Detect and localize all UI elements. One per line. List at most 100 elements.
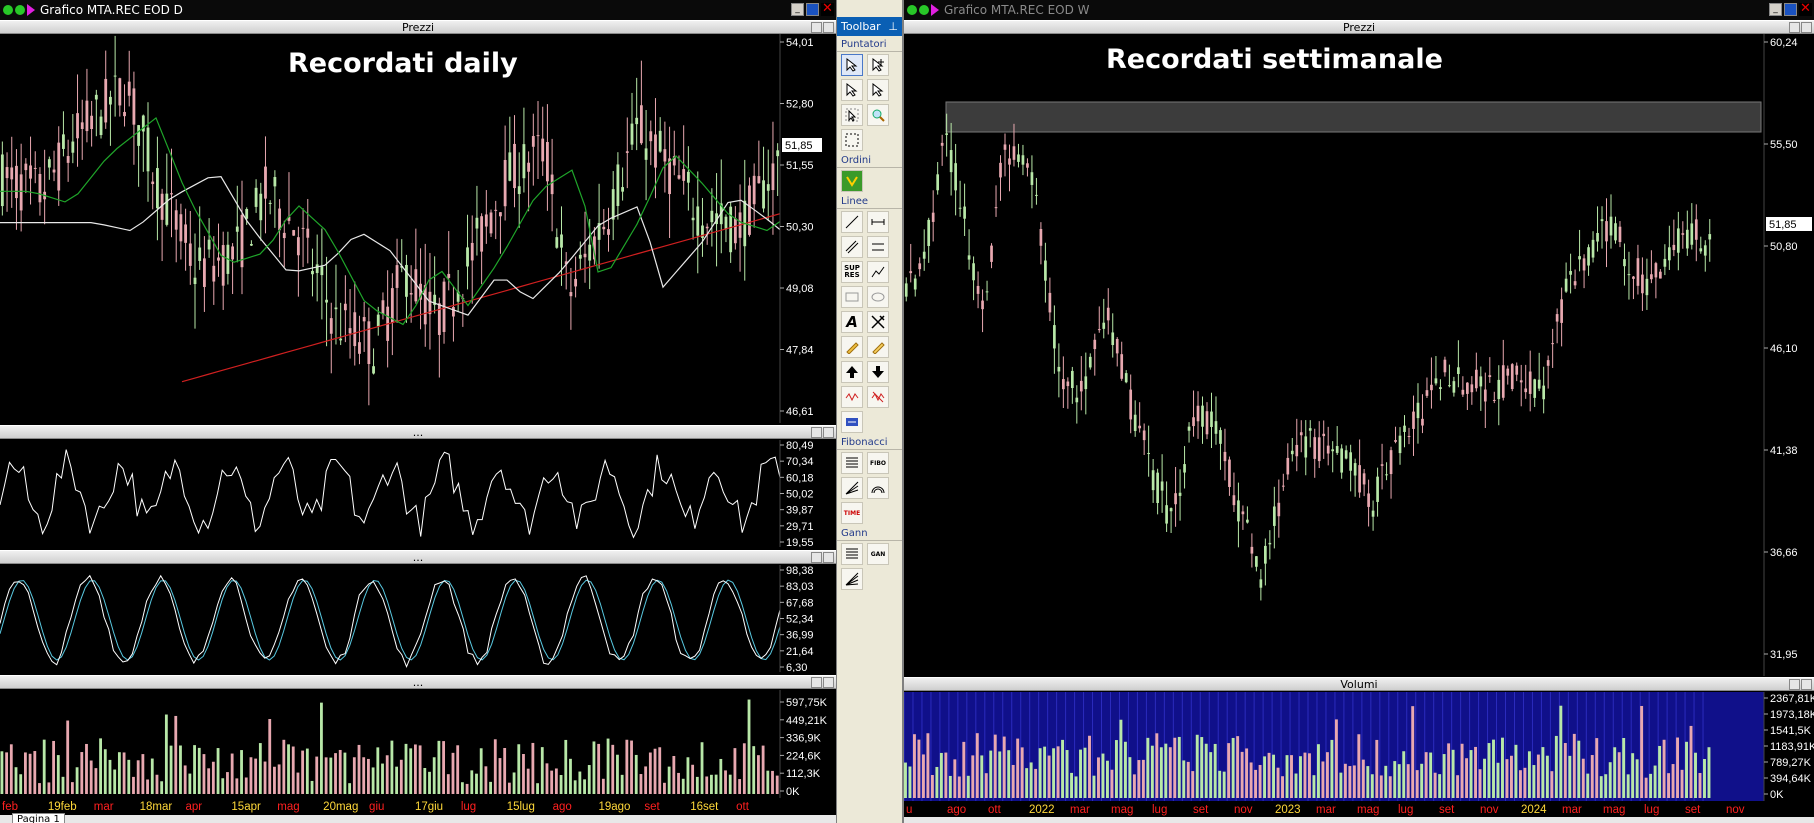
pane-close-button[interactable] [1801, 22, 1812, 33]
gann-lines-icon[interactable] [841, 543, 863, 565]
rsi-tick-label: 70,34 [786, 456, 814, 468]
candle-body [1174, 493, 1177, 505]
pane-close-button[interactable] [823, 22, 834, 33]
polyline-icon[interactable] [867, 261, 889, 283]
pane-close-button[interactable] [1801, 679, 1812, 690]
minimize-button[interactable]: _ [791, 3, 804, 16]
fib-time-icon[interactable]: TIME [841, 502, 863, 524]
rsi-pane-header[interactable]: ... [0, 425, 836, 439]
pane-minimize-button[interactable] [811, 427, 822, 438]
candle-body [1542, 385, 1546, 400]
fib-fan-icon[interactable] [841, 477, 863, 499]
candle-body [1259, 579, 1263, 588]
gann-icon[interactable]: GAN [867, 543, 889, 565]
daily-price-chart[interactable]: 54,01 52,80 51,55 50,30 49,08 47,84 46,61 51,85 [0, 34, 836, 423]
pointer-select-tool-icon[interactable] [841, 104, 863, 126]
parallel-lines-icon[interactable] [841, 236, 863, 258]
time-axis-label: mar [1070, 804, 1090, 816]
volume-bar [663, 782, 666, 794]
volume-bar [667, 766, 671, 794]
daily-window-titlebar[interactable]: Grafico MTA.REC EOD D _ ✕ [0, 0, 836, 20]
page-tab[interactable]: Pagina 1 [12, 813, 65, 823]
zoom-icon[interactable] [867, 104, 889, 126]
candle-body [1587, 247, 1590, 266]
stoch-pane-header[interactable]: ... [0, 550, 836, 564]
weekly-volume-pane-header[interactable]: Volumi [904, 677, 1814, 691]
prices-pane-header[interactable]: Prezzi [0, 20, 836, 34]
volume-bar [367, 758, 370, 794]
candle-body [1430, 384, 1433, 391]
channel-icon[interactable] [867, 236, 889, 258]
volume-bar [456, 745, 460, 794]
weekly-price-tick-label: 41,38 [1770, 445, 1798, 457]
pointer-cross-tool-icon[interactable] [867, 54, 889, 76]
stochastic-chart[interactable]: 98,38 83,03 67,68 52,34 36,99 21,64 6,30 [0, 565, 836, 672]
fib-arc-icon[interactable] [867, 477, 889, 499]
pointer-move-tool-icon[interactable] [867, 79, 889, 101]
pane-close-button[interactable] [823, 552, 834, 563]
rsi-line [0, 449, 781, 539]
drawing-toolbar: Toolbar ⊥ Puntatori Ordini Linee SUP RES … [836, 0, 904, 823]
candle-body [254, 187, 258, 207]
rect-select-icon[interactable] [841, 129, 863, 151]
cross-lines-icon[interactable] [867, 311, 889, 333]
candle-body [1160, 481, 1164, 491]
arrow-up-icon[interactable] [841, 361, 863, 383]
ellipse-icon[interactable] [867, 286, 889, 308]
daily-chart-window[interactable]: Grafico MTA.REC EOD D _ ✕ Prezzi Recorda… [0, 0, 836, 823]
wave-delete-icon[interactable] [867, 386, 889, 408]
pane-minimize-button[interactable] [1789, 679, 1800, 690]
pane-close-button[interactable] [823, 677, 834, 688]
pin-icon[interactable]: ⊥ [888, 17, 898, 36]
weekly-chart-window[interactable]: Grafico MTA.REC EOD W _ ✕ Prezzi Recorda… [904, 0, 1814, 823]
close-button[interactable]: ✕ [1799, 2, 1812, 16]
gann-fan-icon[interactable] [841, 568, 863, 590]
trendline-icon[interactable] [841, 211, 863, 233]
weekly-price-chart[interactable]: 60,24 55,50 50,80 46,10 41,38 36,66 31,95 51,85 [904, 34, 1814, 676]
pencil-icon[interactable] [841, 336, 863, 358]
pointer-tool-icon[interactable] [841, 54, 863, 76]
fibo-icon[interactable]: FIBO [867, 452, 889, 474]
restore-button[interactable] [806, 3, 819, 16]
weekly-volume-chart[interactable]: 2367,81K 1973,18K 1541,5K 1183,91K 789,27K 39… [904, 692, 1814, 801]
daily-volume-chart[interactable]: 597,75K 449,21K 336,9K 224,6K 112,3K 0K [0, 690, 836, 798]
text-tool-icon[interactable]: A [841, 311, 863, 333]
rectangle-icon[interactable] [841, 286, 863, 308]
highlighter-icon[interactable] [867, 336, 889, 358]
restore-button[interactable] [1784, 3, 1797, 16]
close-button[interactable]: ✕ [821, 2, 834, 16]
candle-body [1515, 365, 1519, 375]
time-axis-label: 2024 [1521, 804, 1547, 816]
candle-body [1003, 144, 1007, 150]
pane-minimize-button[interactable] [1789, 22, 1800, 33]
candle-body [367, 321, 371, 365]
fib-retracement-icon[interactable] [841, 452, 863, 474]
pane-close-button[interactable] [823, 427, 834, 438]
weekly-price-tick-label: 31,95 [1770, 649, 1798, 661]
wave-icon[interactable] [841, 386, 863, 408]
candle-body [1281, 485, 1285, 487]
candle-body [1407, 435, 1411, 437]
volume-bar [1110, 769, 1114, 798]
candle-body [616, 164, 620, 206]
toolbar-titlebar[interactable]: Toolbar ⊥ [837, 17, 902, 36]
minimize-button[interactable]: _ [1769, 3, 1782, 16]
rsi-chart[interactable]: 80,49 70,34 60,18 50,02 39,87 29,71 19,55 [0, 440, 836, 547]
sup-res-icon[interactable]: SUP RES [841, 261, 863, 283]
weekly-prices-pane-header[interactable]: Prezzi [904, 20, 1814, 34]
pane-minimize-button[interactable] [811, 552, 822, 563]
candle-body [339, 338, 343, 341]
order-icon[interactable] [841, 170, 863, 192]
arrow-down-icon[interactable] [867, 361, 889, 383]
candle-body [1241, 511, 1245, 515]
candle-body [1219, 430, 1222, 444]
horizontal-line-icon[interactable] [867, 211, 889, 233]
candle-body [1376, 476, 1379, 502]
pointer-alt-tool-icon[interactable] [841, 79, 863, 101]
volume-pane-header[interactable]: ... [0, 675, 836, 689]
pane-minimize-button[interactable] [811, 22, 822, 33]
weekly-window-titlebar[interactable]: Grafico MTA.REC EOD W _ ✕ [904, 0, 1814, 20]
pane-minimize-button[interactable] [811, 677, 822, 688]
flag-icon[interactable] [841, 411, 863, 433]
time-axis-label: set [644, 801, 660, 813]
